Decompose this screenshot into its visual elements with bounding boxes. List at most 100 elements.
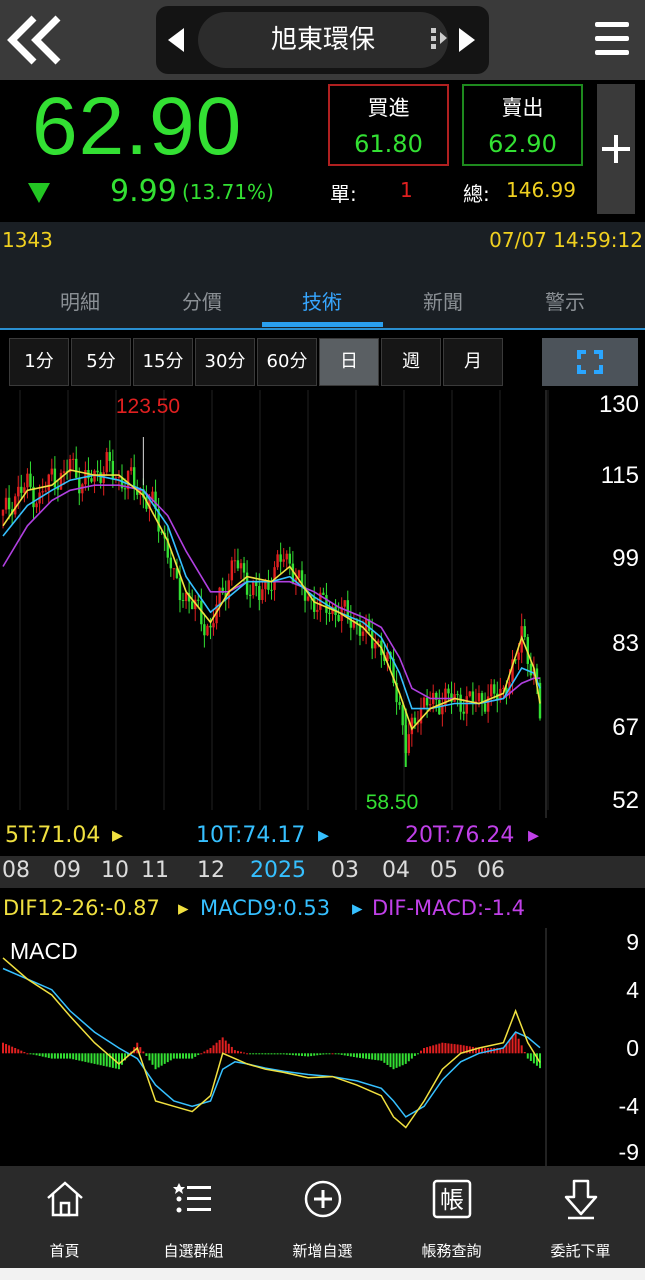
osc-bar bbox=[313, 1053, 316, 1056]
ma20-arrow-icon: ▸ bbox=[528, 823, 540, 848]
osc-bar bbox=[84, 1053, 87, 1062]
y-tick-label: -4 bbox=[619, 1093, 640, 1119]
candle-body bbox=[44, 490, 47, 492]
y-tick-label: 0 bbox=[626, 1035, 639, 1061]
osc-bar bbox=[93, 1053, 96, 1064]
candle-body bbox=[108, 452, 111, 461]
period-30min[interactable]: 30分 bbox=[195, 338, 255, 386]
tab-technical[interactable]: 技術 bbox=[262, 286, 382, 315]
nav-watchlist-groups[interactable]: 自選群組 bbox=[129, 1166, 258, 1268]
osc-bar bbox=[172, 1053, 175, 1059]
period-15min[interactable]: 15分 bbox=[133, 338, 193, 386]
candle-body bbox=[50, 468, 54, 475]
osc-bar bbox=[410, 1053, 413, 1059]
date-tick: 09 bbox=[53, 858, 81, 883]
fullscreen-icon[interactable] bbox=[542, 338, 638, 386]
nav-account-query-label: 帳務查詢 bbox=[421, 1242, 482, 1260]
date-tick-year: 2025 bbox=[250, 858, 306, 883]
period-month[interactable]: 月 bbox=[443, 338, 503, 386]
osc-bar bbox=[75, 1053, 78, 1060]
buy-button[interactable]: 買進 61.80 bbox=[328, 84, 449, 166]
osc-bar bbox=[145, 1053, 148, 1056]
candle-body bbox=[297, 570, 301, 579]
nav-account-query[interactable]: 帳 帳務查詢 bbox=[387, 1166, 516, 1268]
quote-panel: 62.90 9.99 (13.71%) 買進 61.80 賣出 62.90 單:… bbox=[0, 80, 645, 222]
unit-volume: 1 bbox=[400, 178, 413, 202]
osc-bar bbox=[90, 1053, 93, 1064]
osc-bar bbox=[401, 1053, 404, 1066]
date-axis: 08 09 10 11 12 2025 03 04 05 06 bbox=[0, 856, 645, 888]
macd-chart[interactable]: 9 4 0 -4 -9 MACD bbox=[0, 928, 645, 1166]
period-1min[interactable]: 1分 bbox=[9, 338, 69, 386]
osc-bar bbox=[441, 1042, 444, 1054]
osc-bar bbox=[340, 1053, 343, 1055]
nav-add-watchlist[interactable]: 新增自選 bbox=[258, 1166, 387, 1268]
period-5min[interactable]: 5分 bbox=[71, 338, 131, 386]
osc-bar bbox=[169, 1053, 172, 1061]
osc-bar bbox=[331, 1053, 334, 1055]
osc-bar bbox=[233, 1050, 236, 1054]
candle-body bbox=[7, 497, 11, 510]
osc-bar bbox=[307, 1053, 310, 1057]
candle-body bbox=[206, 625, 209, 636]
tab-bar: 明細 分價 技術 新聞 警示 bbox=[0, 258, 645, 330]
date-tick: 10 bbox=[101, 858, 129, 883]
osc-bar bbox=[185, 1053, 188, 1059]
next-stock-icon[interactable] bbox=[459, 28, 475, 52]
osc-bar bbox=[120, 1053, 123, 1065]
osc-bar bbox=[386, 1053, 389, 1065]
nav-home[interactable]: 首頁 bbox=[0, 1166, 129, 1268]
macd9-line bbox=[2, 967, 541, 1118]
osc-bar bbox=[264, 1053, 267, 1055]
candle-body bbox=[233, 560, 237, 562]
candle-body bbox=[477, 693, 481, 702]
stock-selector: 旭東環保 bbox=[156, 6, 489, 74]
candle-body bbox=[197, 599, 200, 601]
osc-bar bbox=[526, 1053, 529, 1059]
period-week[interactable]: 週 bbox=[381, 338, 441, 386]
osc-bar bbox=[188, 1053, 191, 1059]
osc-bar bbox=[517, 1038, 520, 1054]
candle-body bbox=[105, 452, 108, 473]
tab-alerts[interactable]: 警示 bbox=[505, 286, 625, 315]
candle-body bbox=[123, 488, 127, 490]
osc-bar bbox=[69, 1053, 72, 1059]
candle-body bbox=[132, 467, 136, 488]
osc-bar bbox=[56, 1053, 59, 1059]
prev-stock-icon[interactable] bbox=[168, 28, 184, 52]
tab-news[interactable]: 新聞 bbox=[383, 286, 503, 315]
osc-bar bbox=[182, 1053, 185, 1059]
candle-body bbox=[328, 612, 331, 614]
candle-body bbox=[285, 553, 288, 560]
ma10-arrow-icon: ▸ bbox=[318, 823, 330, 848]
osc-bar bbox=[322, 1053, 325, 1055]
date-tick: 11 bbox=[141, 858, 169, 883]
price-chart[interactable]: 130 115 99 83 67 52 123.50 58.50 bbox=[0, 390, 645, 818]
osc-bar bbox=[270, 1053, 273, 1055]
more-dots-icon[interactable] bbox=[429, 26, 449, 52]
y-tick-label: 115 bbox=[601, 462, 639, 489]
osc-bar bbox=[44, 1053, 47, 1058]
low-price-label: 58.50 bbox=[366, 791, 419, 814]
period-60min[interactable]: 60分 bbox=[257, 338, 317, 386]
plus-icon[interactable] bbox=[597, 84, 635, 214]
osc-bar bbox=[310, 1053, 313, 1057]
candle-body bbox=[276, 554, 279, 568]
double-back-icon[interactable] bbox=[6, 14, 66, 66]
nav-place-order[interactable]: 委託下單 bbox=[516, 1166, 645, 1268]
candle-body bbox=[258, 585, 261, 601]
osc-bar bbox=[66, 1053, 69, 1059]
price-change: 9.99 bbox=[110, 174, 177, 209]
osc-bar bbox=[358, 1053, 361, 1058]
candle-body bbox=[462, 711, 465, 714]
hamburger-menu-icon[interactable] bbox=[595, 20, 631, 60]
period-day[interactable]: 日 bbox=[319, 338, 379, 386]
osc-bar bbox=[32, 1053, 35, 1055]
tab-price-distribution[interactable]: 分價 bbox=[142, 286, 262, 315]
candle-body bbox=[422, 697, 426, 708]
tab-details[interactable]: 明細 bbox=[20, 286, 140, 315]
stock-title-box[interactable]: 旭東環保 bbox=[198, 12, 448, 68]
sell-button[interactable]: 賣出 62.90 bbox=[462, 84, 583, 166]
y-tick-label: 4 bbox=[626, 977, 639, 1003]
osc-bar bbox=[365, 1053, 368, 1059]
